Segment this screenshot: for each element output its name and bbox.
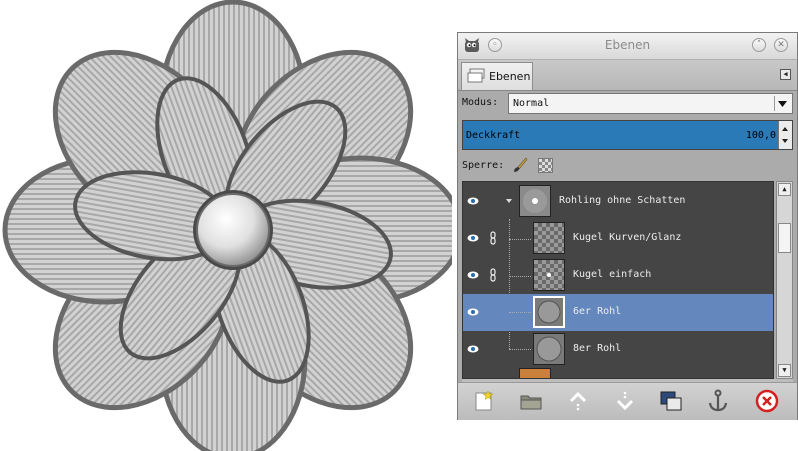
- layer-name[interactable]: Rohling ohne Schatten: [559, 195, 685, 206]
- new-layer-icon[interactable]: [472, 389, 496, 413]
- chain-link-icon[interactable]: [489, 231, 497, 245]
- flower-thumbnail-icon: [523, 189, 547, 213]
- checkerboard-icon[interactable]: [538, 158, 553, 173]
- tree-line: [509, 312, 531, 313]
- layer-row[interactable]: Kugel Kurven/Glanz: [463, 220, 773, 257]
- triangle-down-icon: ▼: [782, 366, 787, 374]
- tab-menu-icon: ◀: [783, 70, 788, 78]
- tab-layers[interactable]: Ebenen: [461, 62, 533, 90]
- layer-row[interactable]: 8er Rohl: [463, 331, 773, 368]
- maximize-icon: ˄: [756, 40, 762, 50]
- delete-icon[interactable]: [755, 389, 779, 413]
- layer-thumbnail: [519, 368, 551, 378]
- opacity-value: 100,0: [745, 130, 776, 141]
- petal-thumbnail-icon: [537, 300, 561, 324]
- close-icon: ✕: [777, 40, 785, 50]
- layer-thumbnail: [519, 185, 551, 217]
- layer-row[interactable]: Rohling ohne Schatten: [463, 183, 773, 220]
- layer-row[interactable]: Kugel einfach: [463, 257, 773, 294]
- expander-arrow-icon[interactable]: [505, 197, 513, 205]
- dock-tab-bar: Ebenen ◀: [458, 60, 797, 91]
- window-title: Ebenen: [604, 38, 651, 52]
- triangle-up-icon: ▲: [782, 185, 787, 193]
- lock-label: Sperre:: [462, 160, 505, 171]
- maximize-button[interactable]: ˄: [752, 38, 766, 52]
- mode-label: Modus:: [462, 97, 499, 108]
- petal-thumbnail-icon: [536, 336, 562, 362]
- paintbrush-icon[interactable]: [512, 157, 528, 173]
- title-bar[interactable]: ◦ Ebenen ˄ ✕: [458, 33, 797, 60]
- raise-layer-icon[interactable]: [566, 389, 590, 413]
- new-group-icon[interactable]: [519, 389, 543, 413]
- layer-thumbnail: [533, 333, 565, 365]
- scroll-up-button[interactable]: ▲: [778, 183, 791, 196]
- anchor-icon[interactable]: [706, 389, 730, 413]
- lower-layer-icon[interactable]: [613, 389, 637, 413]
- eye-icon[interactable]: [467, 232, 479, 244]
- layer-actions-bar: [458, 382, 797, 420]
- eye-icon[interactable]: [467, 195, 479, 207]
- layer-list[interactable]: Rohling ohne Schatten Kugel Kurven/Glanz…: [462, 181, 774, 379]
- dot-thumbnail-icon: [547, 273, 551, 277]
- layer-name[interactable]: 8er Rohl: [573, 343, 621, 354]
- scroll-down-button[interactable]: ▼: [778, 364, 791, 377]
- layer-name[interactable]: Kugel einfach: [573, 269, 651, 280]
- opacity-spin-buttons[interactable]: [778, 121, 792, 149]
- opacity-label: Deckkraft: [466, 130, 521, 141]
- layers-icon: [467, 68, 485, 83]
- tab-label: Ebenen: [489, 70, 531, 83]
- chain-link-icon[interactable]: [489, 268, 497, 282]
- mode-value: Normal: [513, 98, 550, 109]
- duplicate-layer-icon[interactable]: [659, 389, 683, 413]
- spin-arrows-icon: [782, 127, 788, 143]
- scrollbar-thumb[interactable]: [778, 223, 791, 253]
- opacity-slider[interactable]: Deckkraft 100,0: [462, 120, 793, 150]
- chevron-down-icon: [774, 96, 787, 111]
- layer-thumbnail: [533, 259, 565, 291]
- canvas-image-flower: [0, 0, 452, 451]
- mode-dropdown[interactable]: Normal: [508, 93, 793, 114]
- tab-menu-button[interactable]: ◀: [780, 69, 791, 80]
- eye-icon[interactable]: [467, 306, 479, 318]
- layer-list-scrollbar[interactable]: ▲ ▼: [776, 181, 793, 379]
- layer-name[interactable]: 6er Rohl: [573, 306, 621, 317]
- eye-icon[interactable]: [467, 343, 479, 355]
- layer-name[interactable]: Kugel Kurven/Glanz: [573, 232, 681, 243]
- layer-thumbnail: [533, 296, 565, 328]
- layer-thumbnail: [533, 222, 565, 254]
- eye-icon[interactable]: [467, 269, 479, 281]
- close-button[interactable]: ✕: [774, 38, 788, 52]
- layer-row-selected[interactable]: 6er Rohl: [463, 294, 773, 331]
- layers-dialog: ◦ Ebenen ˄ ✕ Ebenen ◀ Modus: Normal Deck…: [457, 32, 798, 420]
